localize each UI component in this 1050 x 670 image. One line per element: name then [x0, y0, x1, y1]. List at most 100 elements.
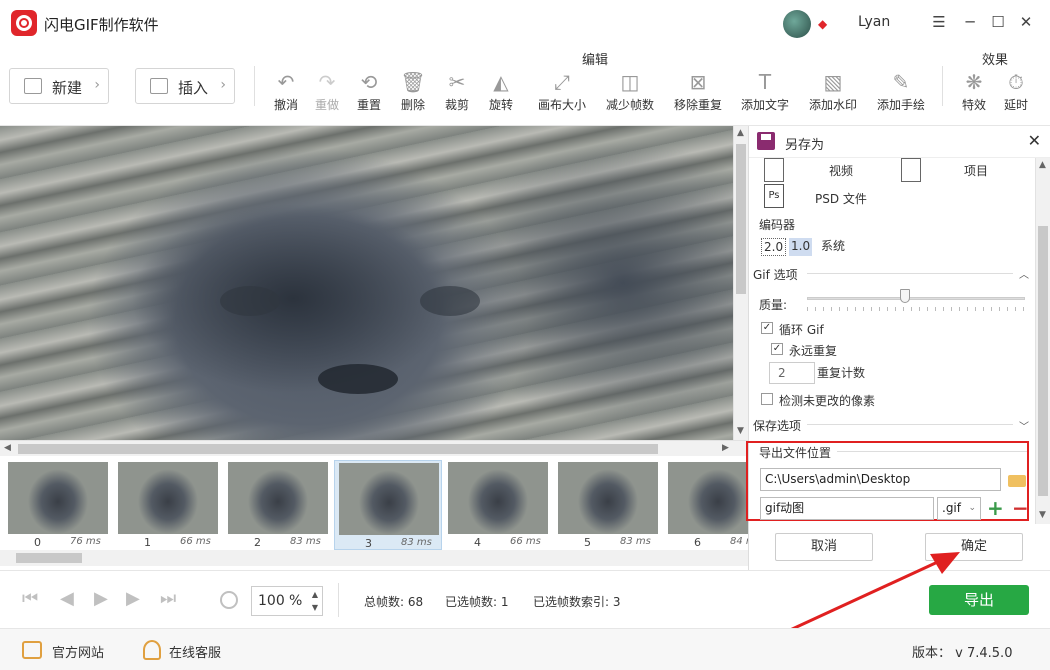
remove-icon[interactable]: −: [1012, 498, 1029, 518]
new-button[interactable]: 新建 ›: [9, 68, 109, 104]
tool-timer[interactable]: ⏱ 延时: [990, 68, 1042, 118]
first-frame-icon[interactable]: ⏮: [22, 589, 38, 609]
toolbar-divider: [254, 66, 255, 106]
encoder-system[interactable]: 系统: [819, 238, 847, 256]
repeat-count-label: 重复计数: [817, 366, 866, 380]
tool-text[interactable]: T 添加文字: [733, 68, 797, 118]
canvas-size-icon: ⤢: [554, 70, 570, 94]
project-file-icon[interactable]: [901, 158, 921, 182]
next-frame-icon[interactable]: ▶: [126, 589, 140, 609]
play-icon[interactable]: ▶: [94, 589, 108, 609]
insert-button-label: 插入: [178, 79, 209, 97]
toolbar-divider: [942, 66, 943, 106]
frame-index: 1: [144, 536, 151, 549]
zoom-spinner-icon[interactable]: ▲ ▼: [312, 588, 318, 614]
encoder-2-0[interactable]: 2.0: [761, 238, 787, 256]
scroll-up-icon[interactable]: ▲: [737, 128, 744, 138]
frame-index: 0: [34, 536, 41, 549]
last-frame-icon[interactable]: ⏭: [160, 589, 176, 609]
panel-close-icon[interactable]: ✕: [1028, 131, 1041, 150]
frame-thumbnail[interactable]: 4 66 ms: [444, 460, 552, 550]
frame-image: [448, 462, 548, 534]
format-project[interactable]: 项目: [964, 162, 988, 179]
tool-watermark[interactable]: ▧ 添加水印: [801, 68, 865, 118]
zoom-input[interactable]: 100 % ▲ ▼: [251, 586, 323, 616]
selected-index-label: 已选帧数索引:: [533, 595, 610, 609]
scroll-up-icon[interactable]: ▲: [1039, 160, 1046, 170]
frame-thumbnail[interactable]: 2 83 ms: [224, 460, 332, 550]
preview-horizontal-scrollbar[interactable]: ◀ ▶: [0, 440, 748, 456]
close-button[interactable]: ✕: [1016, 12, 1036, 32]
zoom-icon: [220, 591, 238, 609]
total-frames-label: 总帧数:: [364, 595, 405, 609]
scroll-down-icon[interactable]: ▼: [737, 426, 744, 436]
app-title: 闪电GIF制作软件: [44, 16, 159, 34]
loop-gif-checkbox[interactable]: ✓: [761, 322, 773, 334]
folder-icon[interactable]: [1008, 475, 1026, 487]
frame-duration: 76 ms: [70, 536, 101, 547]
preview-vertical-scrollbar[interactable]: ▲ ▼: [733, 126, 748, 440]
support-link[interactable]: 在线客服: [169, 642, 221, 661]
version-info: 版本： v 7.4.5.0: [912, 642, 1012, 661]
maximize-button[interactable]: ☐: [988, 12, 1008, 32]
tool-label: 添加手绘: [876, 98, 925, 112]
chevron-right-icon: ›: [220, 77, 226, 93]
menu-icon[interactable]: ☰: [929, 12, 949, 32]
add-icon[interactable]: +: [987, 498, 1004, 518]
frame-duration: 83 ms: [401, 537, 432, 548]
username[interactable]: Lyan: [858, 14, 890, 30]
footer: 官方网站 在线客服 版本： v 7.4.5.0: [0, 628, 1050, 670]
tool-canvas-size[interactable]: ⤢ 画布大小: [530, 68, 594, 118]
expand-chevron-icon[interactable]: ﹀: [1019, 418, 1029, 433]
detect-unchanged-label: 检测未更改的像素: [779, 394, 876, 408]
frame-preview[interactable]: [0, 126, 733, 440]
website-icon: [22, 641, 42, 659]
format-psd[interactable]: PSD 文件: [815, 190, 867, 207]
scrollbar-thumb[interactable]: [1038, 226, 1048, 496]
tool-pen[interactable]: ✎ 添加手绘: [869, 68, 933, 118]
quality-slider-handle[interactable]: [900, 289, 911, 303]
tool-label: 添加水印: [808, 98, 857, 112]
collapse-chevron-icon[interactable]: ︿: [1019, 266, 1029, 281]
repeat-count-input[interactable]: 2: [769, 362, 815, 384]
frame-thumbnail[interactable]: 5 83 ms: [554, 460, 662, 550]
website-link[interactable]: 官方网站: [52, 642, 104, 661]
scrollbar-thumb[interactable]: [736, 144, 746, 294]
insert-button[interactable]: 插入 ›: [135, 68, 235, 104]
vip-diamond-icon: ◆: [818, 17, 828, 31]
psd-icon[interactable]: Ps: [764, 184, 784, 208]
tool-remove-duplicate[interactable]: ⊠ 移除重复: [666, 68, 730, 118]
avatar[interactable]: [783, 10, 811, 38]
panel-scrollbar[interactable]: ▲ ▼: [1035, 158, 1050, 524]
filmstrip-scrollbar[interactable]: [0, 550, 748, 566]
export-path-input[interactable]: C:\Users\admin\Desktop: [760, 468, 1001, 491]
minimize-button[interactable]: ─: [960, 12, 980, 32]
scroll-right-icon[interactable]: ▶: [722, 443, 729, 453]
format-video[interactable]: 视频: [829, 162, 853, 179]
scrollbar-thumb[interactable]: [16, 553, 82, 563]
rotate-icon: ◭: [493, 70, 509, 94]
frame-thumbnail[interactable]: 3 83 ms: [334, 460, 442, 550]
scrollbar-thumb[interactable]: [18, 444, 658, 454]
detect-unchanged-checkbox[interactable]: [761, 393, 773, 405]
version-label: 版本：: [912, 646, 952, 661]
encoder-1-0[interactable]: 1.0: [789, 238, 813, 256]
quality-slider-track[interactable]: [807, 297, 1025, 300]
tool-rotate[interactable]: ◭ 旋转: [474, 68, 528, 118]
filename-input[interactable]: gif动图: [760, 497, 934, 520]
video-file-icon[interactable]: [764, 158, 784, 182]
frame-thumbnail[interactable]: 684 ms: [664, 460, 748, 550]
frame-image: [118, 462, 218, 534]
scroll-down-icon[interactable]: ▼: [1039, 510, 1046, 520]
frame-thumbnail[interactable]: 0 76 ms: [4, 460, 112, 550]
effects-group-label: 效果: [982, 53, 1009, 68]
tool-reduce-frames[interactable]: ◫ 减少帧数: [598, 68, 662, 118]
scroll-left-icon[interactable]: ◀: [4, 443, 11, 453]
extension-select[interactable]: .gif ⌄: [937, 497, 981, 520]
tool-label: 延时: [1003, 98, 1028, 112]
frame-thumbnail[interactable]: 1 66 ms: [114, 460, 222, 550]
watermark-icon: ▧: [823, 70, 843, 94]
previous-frame-icon[interactable]: ◀: [60, 589, 74, 609]
repeat-forever-checkbox[interactable]: ✓: [771, 343, 783, 355]
toolbar: 编辑 效果 新建 › 插入 › ↶ 撤消 ↷ 重做 ⟲ 重置 🗑 删除 ✂ 裁剪 ◭ 旋转 ⤢ 画布大小 ◫…: [0, 46, 1050, 126]
